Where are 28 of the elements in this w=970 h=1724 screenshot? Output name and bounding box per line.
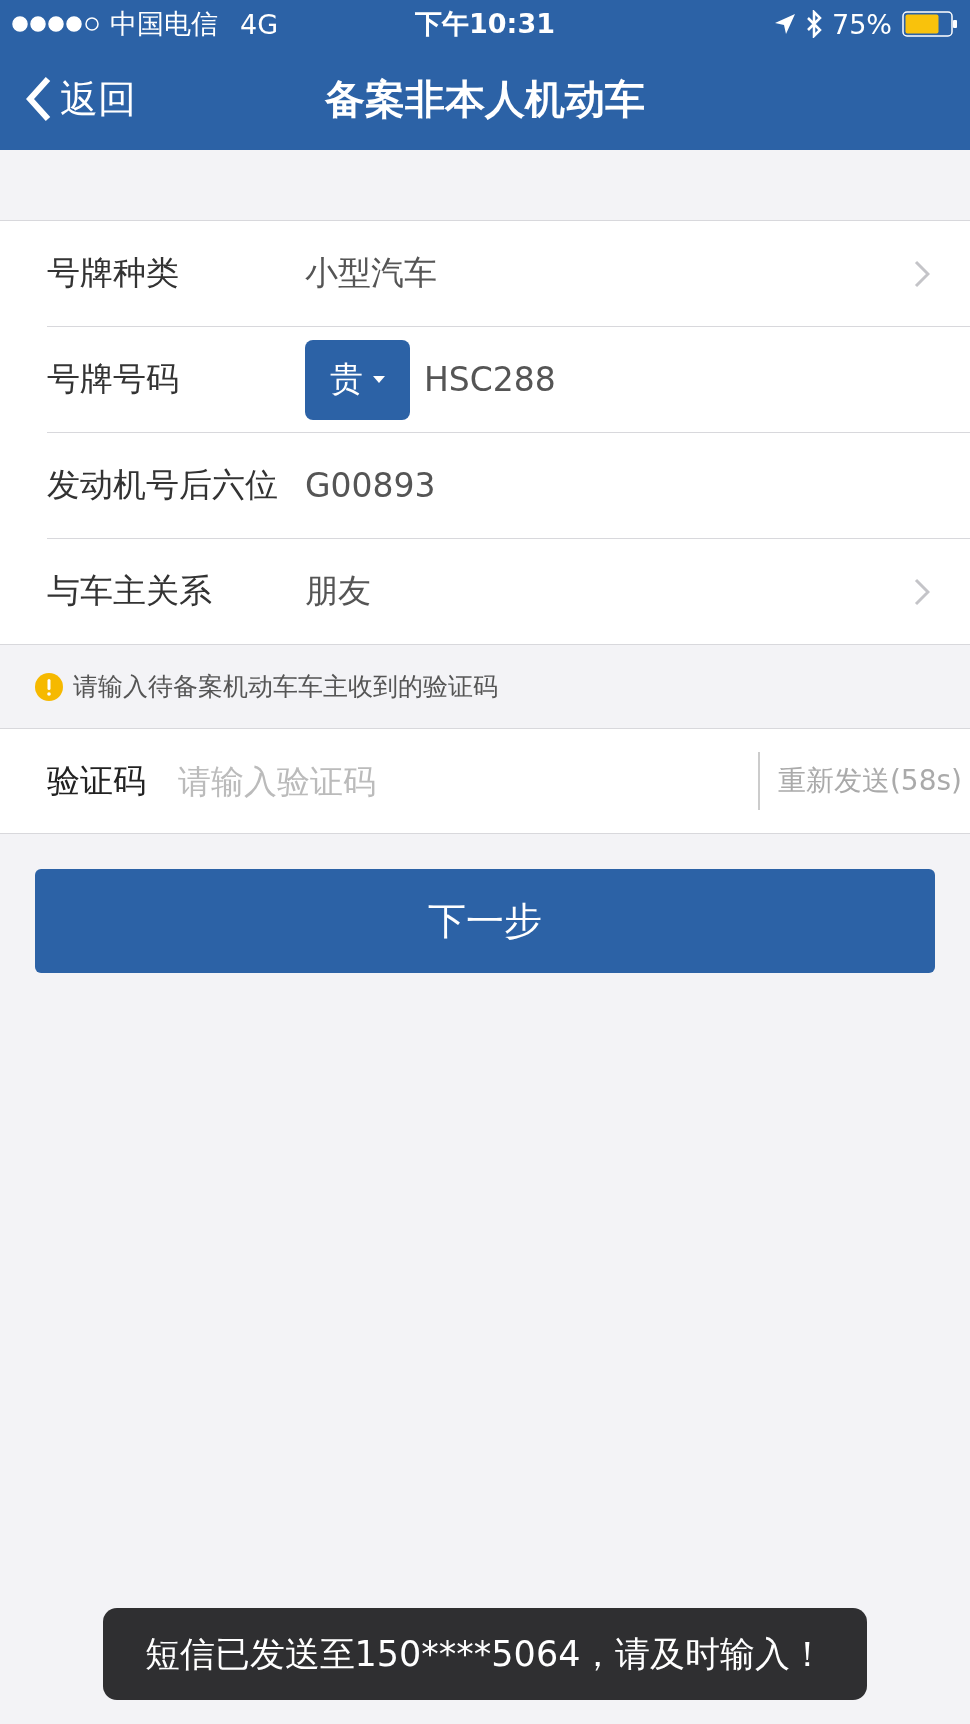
chevron-right-icon — [914, 259, 930, 288]
caret-icon — [373, 375, 385, 384]
field-label: 与车主关系 — [47, 570, 213, 612]
chevron-left-icon — [26, 76, 52, 122]
field-value: HSC288 — [424, 360, 557, 399]
chevron-right-icon — [914, 577, 930, 606]
field-label: 号牌号码 — [47, 358, 180, 400]
back-button[interactable]: 返回 — [0, 73, 136, 125]
status-time: 下午10:31 — [415, 7, 555, 41]
warning-icon — [35, 672, 63, 701]
next-step-button[interactable]: 下一步 — [35, 869, 935, 973]
page-title: 备案非本人机动车 — [325, 75, 645, 122]
bluetooth-icon — [806, 10, 822, 38]
network-type: 4G — [240, 8, 279, 40]
location-arrow-icon — [774, 13, 796, 35]
signal-icon — [12, 16, 100, 32]
field-value: G00893 — [305, 466, 437, 505]
carrier-name: 中国电信 — [110, 7, 218, 41]
code-label: 验证码 — [47, 759, 146, 802]
hint-text: 请输入待备案机动车车主收到的验证码 — [73, 671, 498, 703]
field-value[interactable]: 朋友 — [305, 569, 914, 614]
field-value[interactable]: 小型汽车 — [305, 251, 914, 296]
battery-percent: 75% — [832, 8, 892, 40]
field-label: 发动机号后六位 — [47, 464, 279, 506]
toast-message: 短信已发送至150****5064，请及时输入！ — [103, 1608, 867, 1700]
province-dropdown[interactable]: 贵 — [305, 339, 410, 420]
battery-icon — [902, 11, 958, 37]
field-label: 号牌种类 — [47, 252, 180, 294]
